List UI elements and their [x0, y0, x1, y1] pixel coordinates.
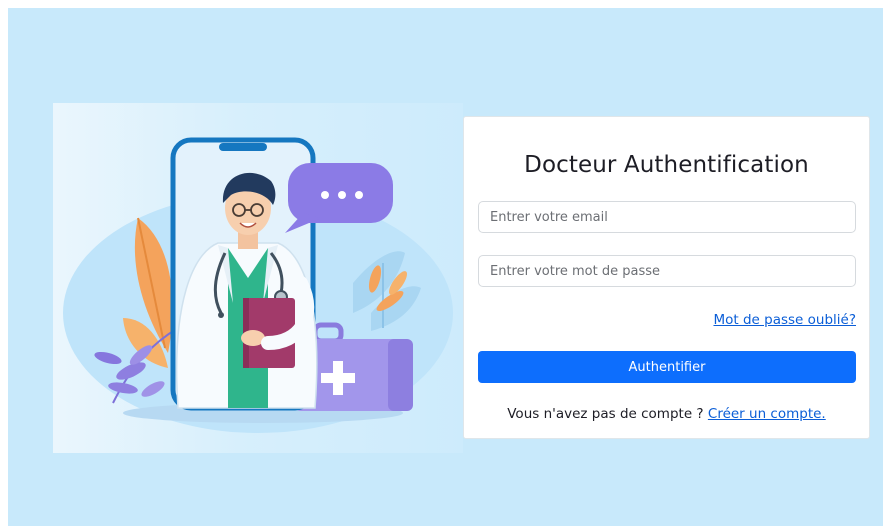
forgot-password-link[interactable]: Mot de passe oublié?: [713, 312, 856, 328]
doctor-phone-illustration: [63, 137, 453, 433]
email-input[interactable]: [478, 201, 856, 233]
signup-row: Vous n'avez pas de compte ? Créer un com…: [464, 406, 869, 422]
doctor-illustration: [53, 103, 463, 453]
create-account-link[interactable]: Créer un compte.: [708, 406, 826, 422]
page-background: Docteur Authentification Mot de passe ou…: [8, 8, 883, 526]
no-account-text: Vous n'avez pas de compte ?: [507, 406, 704, 422]
login-title: Docteur Authentification: [524, 152, 809, 178]
authenticate-button[interactable]: Authentifier: [478, 351, 856, 383]
login-card: Docteur Authentification Mot de passe ou…: [463, 116, 870, 439]
password-input[interactable]: [478, 255, 856, 287]
